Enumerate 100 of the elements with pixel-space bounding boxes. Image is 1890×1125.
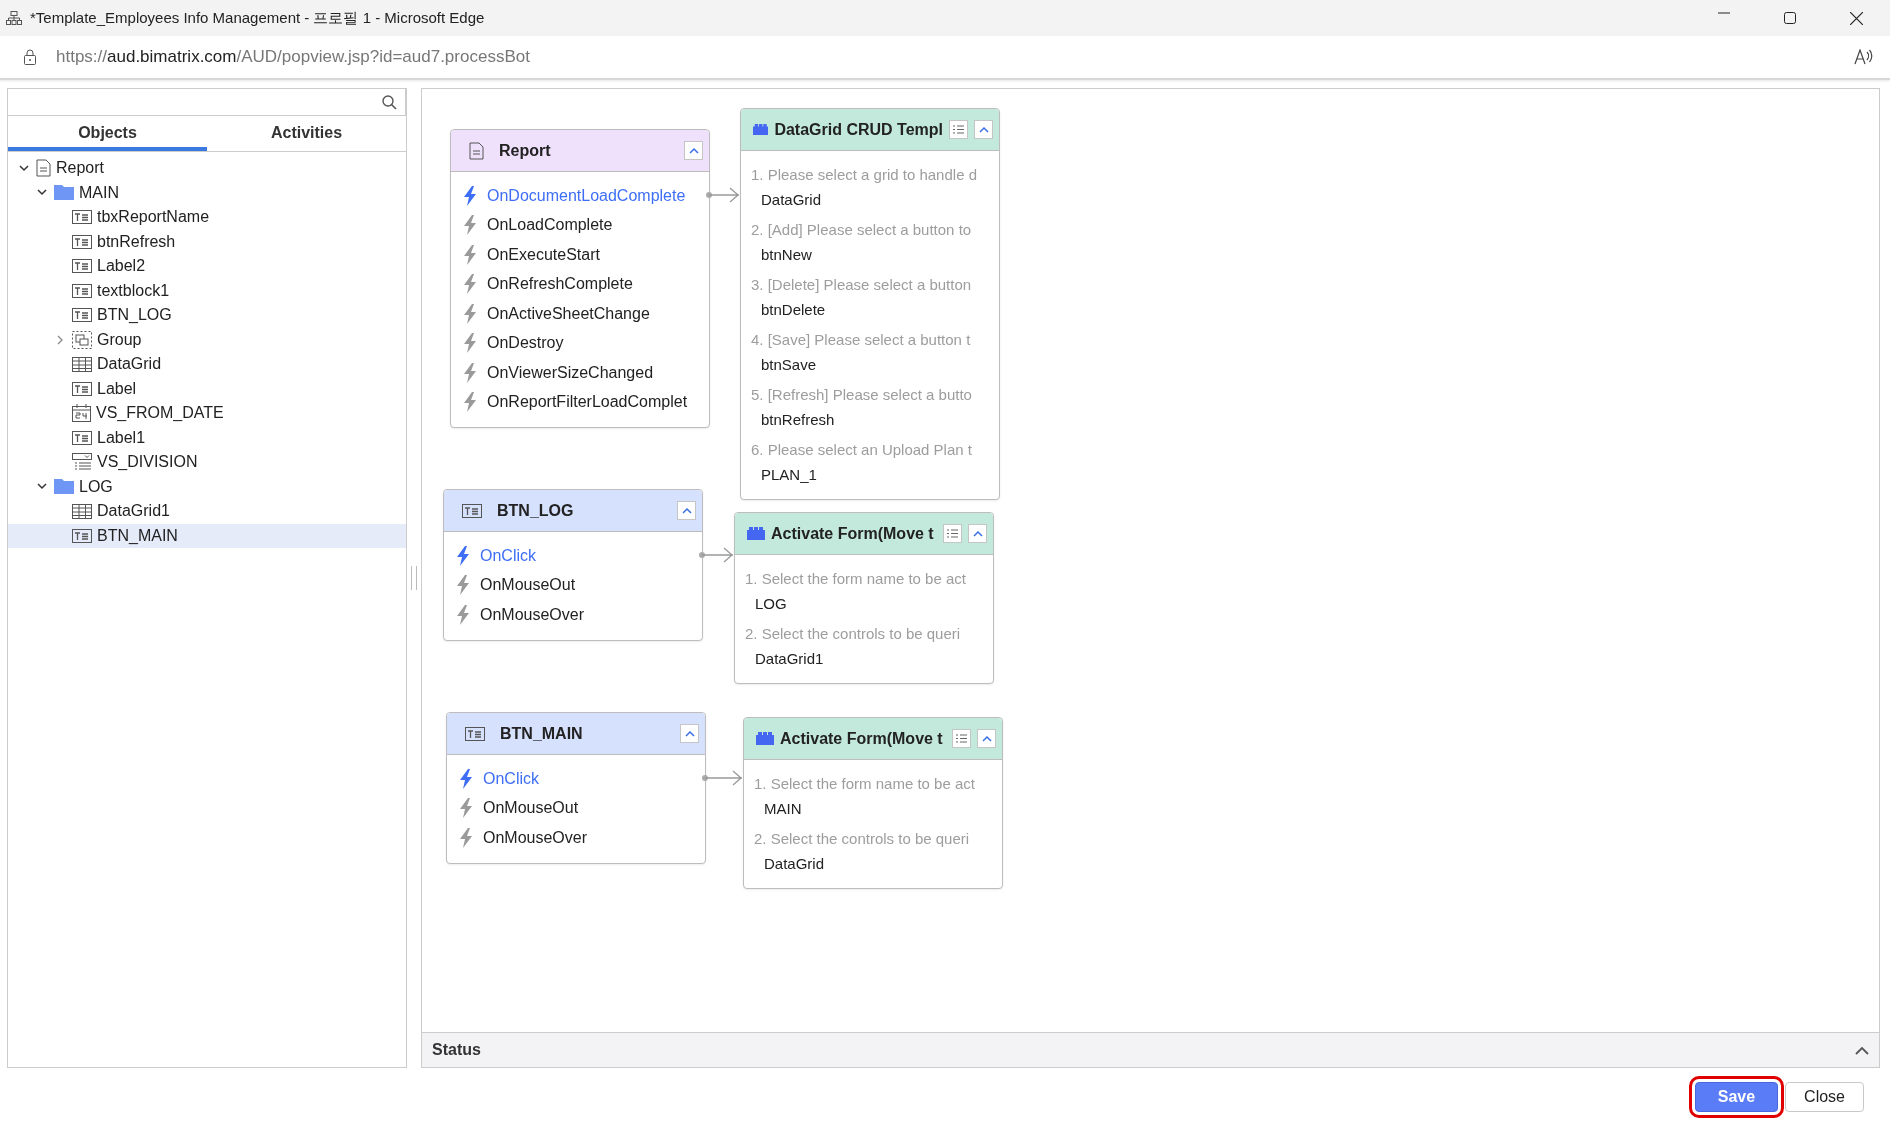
event-item[interactable]: OnExecuteStart xyxy=(463,240,709,270)
parameter-value[interactable]: DataGrid xyxy=(751,188,991,216)
tree-item[interactable]: LOG xyxy=(8,474,406,499)
tree-item-label: Report xyxy=(56,159,105,178)
tree-item-label: BTN_LOG xyxy=(97,306,172,325)
chevron-up-icon[interactable] xyxy=(1855,1045,1869,1055)
event-item[interactable]: OnReportFilterLoadComplet xyxy=(463,387,709,417)
event-item[interactable]: OnDestroy xyxy=(463,328,709,358)
close-icon[interactable] xyxy=(1850,11,1863,25)
textbox-icon xyxy=(72,528,92,543)
tree-item[interactable]: Group xyxy=(8,327,406,352)
event-item[interactable]: OnViewerSizeChanged xyxy=(463,358,709,388)
tab[interactable]: Objects xyxy=(8,120,207,151)
collapse-button[interactable] xyxy=(977,729,996,748)
chevron-up-icon xyxy=(978,126,989,133)
textbox-icon xyxy=(72,308,92,323)
action-node[interactable]: Activate Form(Move t 1. Select the form name to be act MAIN 2. Select the controls to be queri DataGrid xyxy=(743,717,1003,889)
event-node[interactable]: Report OnDocumentLoadComplete OnLoadComplete OnExecuteStart OnRefreshComplete OnActiveSheetChange OnDestroy OnViewerSizeChanged OnReportFilterLoadComplet xyxy=(450,129,710,428)
tree-item[interactable]: Report xyxy=(8,156,406,181)
event-label: OnMouseOver xyxy=(480,605,585,624)
parameter-value[interactable]: btnRefresh xyxy=(751,408,991,436)
event-item[interactable]: OnClick xyxy=(456,541,702,571)
event-item[interactable]: OnClick xyxy=(459,764,705,794)
splitter-handle[interactable] xyxy=(411,566,417,590)
event-item[interactable]: OnMouseOver xyxy=(456,600,702,630)
tree-item[interactable]: textblock1 xyxy=(8,278,406,303)
parameter-label: 6. Please select an Upload Plan t xyxy=(751,440,973,460)
url-text[interactable]: https://aud.bimatrix.com/AUD/popview.jsp?id=aud7.processBot xyxy=(56,47,1854,67)
event-item[interactable]: OnMouseOut xyxy=(459,793,705,823)
tree-item[interactable]: VS_DIVISION xyxy=(8,450,406,475)
tree-item[interactable]: Label1 xyxy=(8,425,406,450)
event-item[interactable]: OnActiveSheetChange xyxy=(463,299,709,329)
chevron-down-icon[interactable] xyxy=(37,483,47,491)
event-item[interactable]: OnMouseOut xyxy=(456,570,702,600)
tree-item[interactable]: btnRefresh xyxy=(8,229,406,254)
parameter-label: 1. Select the form name to be act xyxy=(745,569,967,589)
event-item[interactable]: OnRefreshComplete xyxy=(463,269,709,299)
window-title: *Template_Employees Info Management - 프로필 1 - Microsoft Edge xyxy=(30,8,486,28)
event-label: OnClick xyxy=(480,546,536,565)
action-node[interactable]: Activate Form(Move t 1. Select the form name to be act LOG 2. Select the controls to be queri DataGrid1 xyxy=(734,512,994,684)
parameter-value[interactable]: btnNew xyxy=(751,243,991,271)
parameter-value[interactable]: PLAN_1 xyxy=(751,463,991,491)
parameter-value[interactable]: btnSave xyxy=(751,353,991,381)
lightning-icon xyxy=(463,392,477,413)
tree-item-label: Label1 xyxy=(97,428,146,447)
collapse-button[interactable] xyxy=(974,120,993,139)
list-button[interactable] xyxy=(952,729,971,748)
lightning-icon xyxy=(456,545,470,566)
group-icon xyxy=(72,330,92,349)
event-node[interactable]: BTN_MAIN OnClick OnMouseOut OnMouseOver xyxy=(446,712,706,864)
tree-item[interactable]: BTN_LOG xyxy=(8,303,406,328)
tree-item-label: BTN_MAIN xyxy=(97,526,178,545)
action-node[interactable] xyxy=(740,108,1000,500)
search-field[interactable] xyxy=(8,89,406,116)
lightning-icon xyxy=(463,274,477,295)
parameter-value[interactable]: DataGrid xyxy=(754,852,994,880)
event-item[interactable]: OnDocumentLoadComplete xyxy=(463,181,709,211)
tree-item[interactable]: DataGrid xyxy=(8,352,406,377)
tree-item[interactable]: Label2 xyxy=(8,254,406,279)
chevron-up-icon xyxy=(681,507,692,514)
parameter-value[interactable]: LOG xyxy=(745,592,985,620)
collapse-button[interactable] xyxy=(968,524,987,543)
parameter-label: 1. Please select a grid to handle d xyxy=(751,165,978,185)
chevron-right-icon[interactable] xyxy=(56,334,64,345)
collapse-button[interactable] xyxy=(684,141,703,160)
event-label: OnMouseOut xyxy=(480,576,576,595)
event-item[interactable]: OnLoadComplete xyxy=(463,210,709,240)
minimize-icon[interactable] xyxy=(1718,11,1730,14)
parameter-value[interactable]: MAIN xyxy=(754,797,994,825)
tree-item[interactable]: VS_FROM_DATE xyxy=(8,401,406,426)
collapse-button[interactable] xyxy=(677,501,696,520)
read-aloud-icon[interactable] xyxy=(1854,49,1874,65)
node-title: BTN_MAIN xyxy=(500,724,584,743)
maximize-icon[interactable] xyxy=(1784,11,1796,24)
document-icon xyxy=(36,159,51,178)
tree-item[interactable]: MAIN xyxy=(8,180,406,205)
event-label: OnRefreshComplete xyxy=(487,275,633,294)
list-icon xyxy=(947,529,958,538)
search-icon[interactable] xyxy=(382,94,397,110)
parameter-value[interactable]: btnDelete xyxy=(751,298,991,326)
status-title: Status xyxy=(432,1041,482,1059)
event-item[interactable]: OnMouseOver xyxy=(459,823,705,853)
chevron-down-icon[interactable] xyxy=(19,164,29,172)
parameter-value[interactable]: DataGrid1 xyxy=(745,647,985,675)
event-node[interactable]: BTN_LOG OnClick OnMouseOut OnMouseOver xyxy=(443,489,703,641)
collapse-button[interactable] xyxy=(680,724,699,743)
lock-icon[interactable] xyxy=(24,49,36,65)
event-label: OnExecuteStart xyxy=(487,245,600,264)
tree-item[interactable]: BTN_MAIN xyxy=(8,523,406,548)
tree-item[interactable]: tbxReportName xyxy=(8,205,406,230)
close-button[interactable]: Close xyxy=(1785,1081,1864,1112)
chevron-down-icon[interactable] xyxy=(37,189,47,197)
list-button[interactable] xyxy=(949,120,968,139)
parameter-label: 1. Select the form name to be act xyxy=(754,774,976,794)
list-icon xyxy=(953,125,964,134)
tree-item[interactable]: Label xyxy=(8,376,406,401)
tab[interactable]: Activities xyxy=(207,120,406,151)
lightning-icon xyxy=(459,827,473,848)
list-button[interactable] xyxy=(943,524,962,543)
tree-item[interactable]: DataGrid1 xyxy=(8,499,406,524)
